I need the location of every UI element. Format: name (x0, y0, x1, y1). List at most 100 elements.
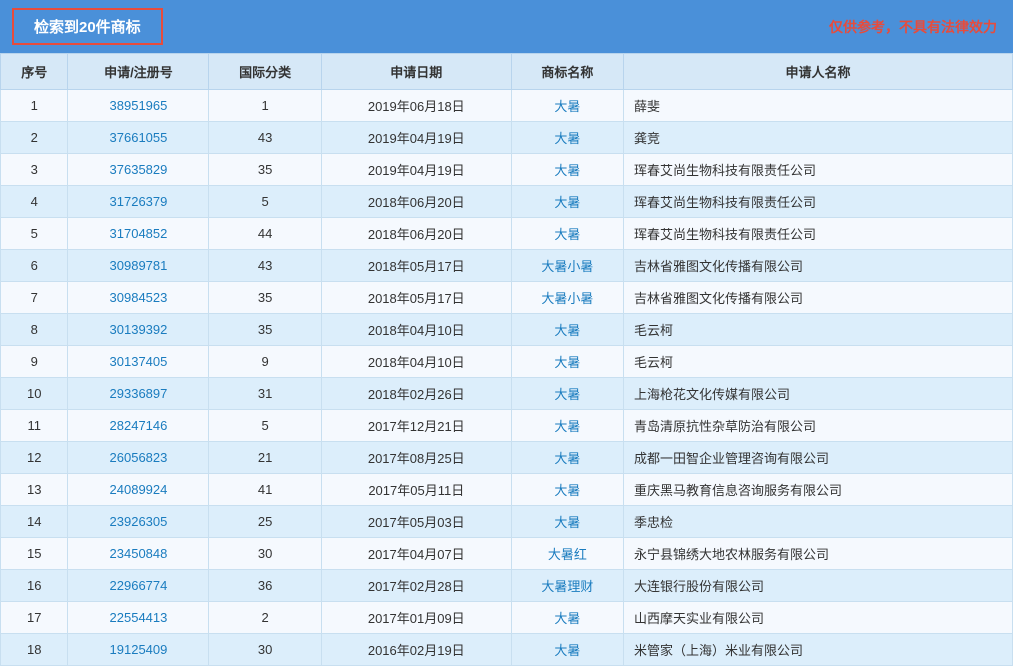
trademark-link[interactable]: 大暑 (554, 643, 580, 658)
cell-intlclass: 2 (209, 602, 321, 634)
cell-appdate: 2017年01月09日 (321, 602, 511, 634)
cell-intlclass: 31 (209, 378, 321, 410)
cell-intlclass: 1 (209, 90, 321, 122)
cell-appdate: 2018年02月26日 (321, 378, 511, 410)
cell-intlclass: 43 (209, 250, 321, 282)
regno-link[interactable]: 22966774 (110, 578, 168, 593)
trademark-link[interactable]: 大暑 (554, 195, 580, 210)
regno-link[interactable]: 22554413 (110, 610, 168, 625)
cell-seq: 9 (1, 346, 68, 378)
regno-link[interactable]: 29336897 (110, 386, 168, 401)
regno-link[interactable]: 37661055 (110, 130, 168, 145)
trademark-link[interactable]: 大暑 (554, 323, 580, 338)
cell-intlclass: 44 (209, 218, 321, 250)
table-row: 172255441322017年01月09日大暑山西摩天实业有限公司 (1, 602, 1013, 634)
col-applicant: 申请人名称 (624, 54, 1013, 90)
regno-link[interactable]: 37635829 (110, 162, 168, 177)
cell-regno: 19125409 (68, 634, 209, 666)
trademark-link[interactable]: 大暑小暑 (541, 291, 593, 306)
cell-trademark: 大暑理财 (511, 570, 623, 602)
trademark-link[interactable]: 大暑 (554, 227, 580, 242)
cell-appdate: 2017年04月07日 (321, 538, 511, 570)
cell-seq: 15 (1, 538, 68, 570)
regno-link[interactable]: 23450848 (110, 546, 168, 561)
trademark-link[interactable]: 大暑 (554, 611, 580, 626)
cell-seq: 4 (1, 186, 68, 218)
regno-link[interactable]: 19125409 (110, 642, 168, 657)
cell-trademark: 大暑 (511, 346, 623, 378)
cell-applicant: 珲春艾尚生物科技有限责任公司 (624, 154, 1013, 186)
col-appdate: 申请日期 (321, 54, 511, 90)
cell-applicant: 上海枪花文化传媒有限公司 (624, 378, 1013, 410)
trademark-link[interactable]: 大暑理财 (541, 579, 593, 594)
regno-link[interactable]: 26056823 (110, 450, 168, 465)
cell-trademark: 大暑 (511, 410, 623, 442)
cell-intlclass: 30 (209, 538, 321, 570)
trademark-link[interactable]: 大暑 (554, 451, 580, 466)
regno-link[interactable]: 30984523 (110, 290, 168, 305)
cell-applicant: 成都一田智企业管理咨询有限公司 (624, 442, 1013, 474)
cell-regno: 22966774 (68, 570, 209, 602)
cell-applicant: 毛云柯 (624, 346, 1013, 378)
trademark-link[interactable]: 大暑 (554, 163, 580, 178)
cell-regno: 22554413 (68, 602, 209, 634)
cell-appdate: 2018年05月17日 (321, 250, 511, 282)
cell-seq: 11 (1, 410, 68, 442)
cell-regno: 29336897 (68, 378, 209, 410)
cell-applicant: 龚竞 (624, 122, 1013, 154)
cell-intlclass: 5 (209, 410, 321, 442)
cell-applicant: 季忠检 (624, 506, 1013, 538)
trademark-link[interactable]: 大暑 (554, 483, 580, 498)
cell-appdate: 2017年05月11日 (321, 474, 511, 506)
regno-link[interactable]: 31704852 (110, 226, 168, 241)
trademark-link[interactable]: 大暑 (554, 387, 580, 402)
cell-trademark: 大暑 (511, 506, 623, 538)
search-result-box: 检索到20件商标 (12, 8, 163, 45)
cell-applicant: 青岛清原抗性杂草防治有限公司 (624, 410, 1013, 442)
cell-appdate: 2017年02月28日 (321, 570, 511, 602)
table-row: 6 30989781 432018年05月17日 大暑小暑 吉林省雅图文化传播有限公司 (1, 250, 1013, 282)
cell-trademark: 大暑小暑 (511, 250, 623, 282)
cell-intlclass: 30 (209, 634, 321, 666)
cell-trademark: 大暑红 (511, 538, 623, 570)
cell-applicant: 吉林省雅图文化传播有限公司 (624, 250, 1013, 282)
cell-seq: 1 (1, 90, 68, 122)
trademark-link[interactable]: 大暑 (554, 355, 580, 370)
trademark-link[interactable]: 大暑小暑 (541, 259, 593, 274)
cell-regno: 30139392 (68, 314, 209, 346)
cell-applicant: 重庆黑马教育信息咨询服务有限公司 (624, 474, 1013, 506)
cell-seq: 16 (1, 570, 68, 602)
trademark-link[interactable]: 大暑 (554, 131, 580, 146)
table-row: 1523450848302017年04月07日大暑红永宁县锦绣大地农林服务有限公… (1, 538, 1013, 570)
regno-link[interactable]: 28247146 (110, 418, 168, 433)
regno-link[interactable]: 38951965 (110, 98, 168, 113)
regno-link[interactable]: 30989781 (110, 258, 168, 273)
cell-intlclass: 9 (209, 346, 321, 378)
cell-seq: 6 (1, 250, 68, 282)
cell-regno: 37661055 (68, 122, 209, 154)
cell-seq: 18 (1, 634, 68, 666)
cell-appdate: 2018年06月20日 (321, 218, 511, 250)
trademark-link[interactable]: 大暑红 (548, 547, 587, 562)
cell-regno: 38951965 (68, 90, 209, 122)
regno-link[interactable]: 24089924 (110, 482, 168, 497)
cell-seq: 5 (1, 218, 68, 250)
cell-appdate: 2017年08月25日 (321, 442, 511, 474)
table-body: 13895196512019年06月18日大暑薛斐237661055432019… (1, 90, 1013, 666)
trademark-link[interactable]: 大暑 (554, 99, 580, 114)
cell-trademark: 大暑 (511, 634, 623, 666)
table-header: 序号 申请/注册号 国际分类 申请日期 商标名称 申请人名称 (1, 54, 1013, 90)
regno-link[interactable]: 31726379 (110, 194, 168, 209)
regno-link[interactable]: 30139392 (110, 322, 168, 337)
cell-appdate: 2019年06月18日 (321, 90, 511, 122)
trademark-link[interactable]: 大暑 (554, 419, 580, 434)
regno-link[interactable]: 30137405 (110, 354, 168, 369)
cell-intlclass: 43 (209, 122, 321, 154)
regno-link[interactable]: 23926305 (110, 514, 168, 529)
cell-seq: 7 (1, 282, 68, 314)
table-row: 1622966774362017年02月28日大暑理财大连银行股份有限公司 (1, 570, 1013, 602)
cell-appdate: 2018年05月17日 (321, 282, 511, 314)
trademark-link[interactable]: 大暑 (554, 515, 580, 530)
cell-trademark: 大暑 (511, 378, 623, 410)
cell-regno: 30137405 (68, 346, 209, 378)
